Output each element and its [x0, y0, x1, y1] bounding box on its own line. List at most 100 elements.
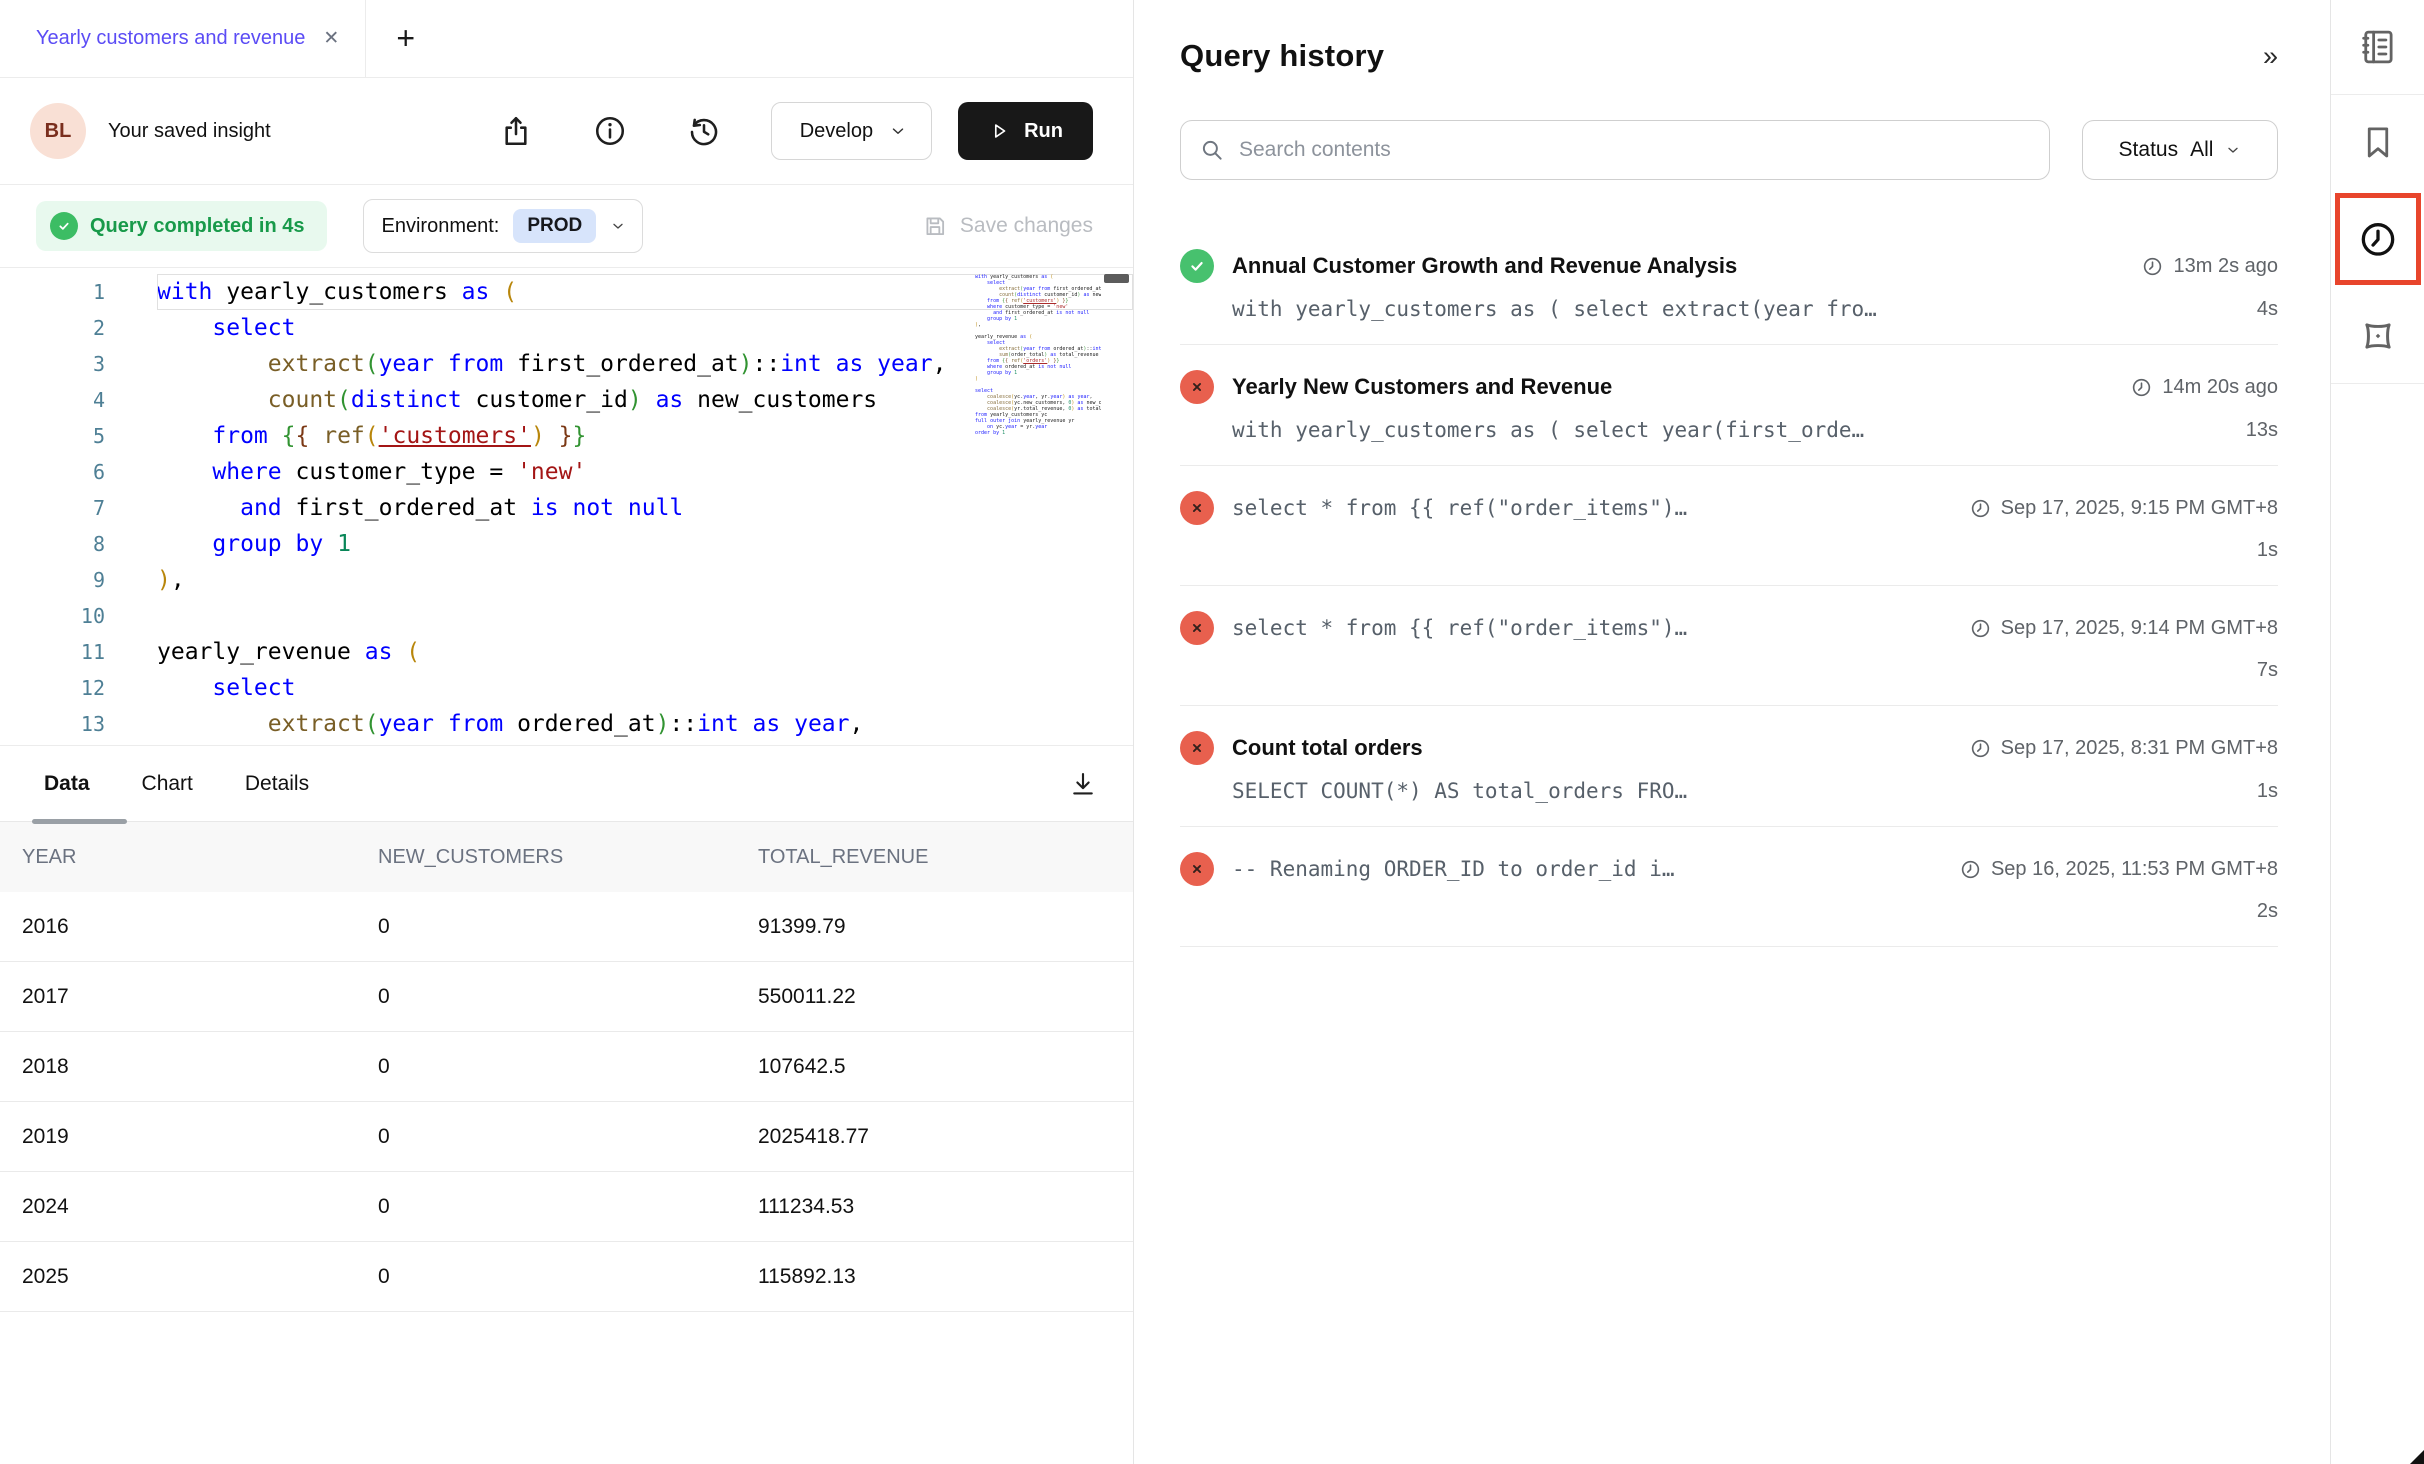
status-filter-label: Status [2119, 138, 2179, 162]
line-number: 6 [0, 454, 105, 490]
history-item[interactable]: select * from {{ ref("order_items")… Sep … [1180, 466, 2278, 586]
develop-label: Develop [800, 120, 873, 143]
history-item-duration: 2s [2237, 900, 2278, 923]
table-row: 20240111234.53 [0, 1172, 1133, 1242]
code-line[interactable]: yearly_revenue as ( [157, 634, 1133, 670]
history-list: Annual Customer Growth and Revenue Analy… [1180, 224, 2278, 947]
share-icon[interactable] [493, 108, 539, 154]
history-item[interactable]: select * from {{ ref("order_items")…Sep … [1180, 586, 2278, 706]
code-line[interactable]: group by 1 [157, 526, 1133, 562]
version-history-icon[interactable] [681, 108, 727, 154]
history-item-time: Sep 17, 2025, 8:31 PM GMT+8 [1949, 737, 2278, 760]
results-table: YEARNEW_CUSTOMERSTOTAL_REVENUE 2016091399… [0, 822, 1133, 1312]
search-input[interactable] [1239, 138, 2031, 162]
history-item-duration: 13s [2226, 419, 2278, 442]
clock-icon [2130, 376, 2153, 399]
table-row: 2016091399.79 [0, 892, 1133, 962]
download-results-icon[interactable] [1063, 764, 1103, 804]
table-cell: 550011.22 [758, 985, 1133, 1009]
error-status-icon [1180, 370, 1214, 404]
history-item-duration: 1s [2237, 780, 2278, 803]
app-window: Yearly customers and revenue ✕ + BL Your… [0, 0, 2424, 1464]
bookmark-icon[interactable] [2331, 95, 2424, 189]
editor-minimap[interactable]: with yearly_customers as ( select extrac… [975, 274, 1101, 436]
search-icon [1199, 137, 1225, 163]
history-item-title: select * from {{ ref("order_items")… [1232, 496, 1687, 520]
error-status-icon [1180, 491, 1214, 525]
chevron-down-icon [889, 122, 907, 140]
history-clock-icon[interactable] [2335, 193, 2421, 285]
explore-icon[interactable] [2331, 289, 2424, 383]
tab-data[interactable]: Data [44, 772, 90, 796]
status-filter-value: All [2190, 138, 2213, 162]
table-cell: 0 [378, 1125, 758, 1149]
save-changes-button[interactable]: Save changes [922, 213, 1093, 239]
panel-title: Query history [1180, 38, 1384, 74]
success-check-icon [50, 212, 78, 240]
code-line[interactable]: extract(year from ordered_at)::int as ye… [157, 706, 1133, 742]
editor-panel: Yearly customers and revenue ✕ + BL Your… [0, 0, 1134, 1464]
tab-bar: Yearly customers and revenue ✕ + [0, 0, 1133, 78]
editor-scrollbar[interactable] [1104, 274, 1129, 283]
run-button[interactable]: Run [958, 102, 1093, 160]
environment-label: Environment: [382, 215, 500, 238]
tab-details[interactable]: Details [245, 772, 309, 796]
table-cell: 0 [378, 985, 758, 1009]
history-item-duration: 4s [2237, 298, 2278, 321]
minimap-line: order by 1 [975, 430, 1101, 436]
code-line[interactable]: ), [157, 562, 1133, 598]
history-item-title: Count total orders [1232, 735, 1423, 761]
code-line[interactable] [157, 598, 1133, 634]
table-cell: 2025418.77 [758, 1125, 1133, 1149]
history-item-title: Yearly New Customers and Revenue [1232, 374, 1612, 400]
play-icon [988, 120, 1010, 142]
line-number: 7 [0, 490, 105, 526]
clock-icon [1959, 858, 1982, 881]
success-status-icon [1180, 249, 1214, 283]
editor-gutter: 12345678910111213 [0, 274, 105, 745]
history-item-title: Annual Customer Growth and Revenue Analy… [1232, 253, 1737, 279]
close-tab-icon[interactable]: ✕ [323, 27, 339, 50]
table-cell: 2017 [0, 985, 378, 1009]
notebook-icon[interactable] [2331, 0, 2424, 94]
table-cell: 115892.13 [758, 1265, 1133, 1289]
query-status-bar: Query completed in 4s Environment: PROD … [0, 185, 1133, 268]
insight-toolbar: BL Your saved insight Develop Run [0, 78, 1133, 185]
table-cell: 0 [378, 1265, 758, 1289]
history-item[interactable]: Count total orders Sep 17, 2025, 8:31 PM … [1180, 706, 2278, 827]
code-line[interactable]: select [157, 670, 1133, 706]
tab-title: Yearly customers and revenue [36, 27, 305, 50]
column-header: YEAR [0, 846, 378, 869]
history-item[interactable]: Yearly New Customers and Revenue14m 20s … [1180, 345, 2278, 466]
save-changes-label: Save changes [960, 214, 1093, 238]
collapse-panel-icon[interactable]: » [2263, 43, 2278, 70]
table-row: 20180107642.5 [0, 1032, 1133, 1102]
results-tab-bar: Data Chart Details [0, 745, 1133, 822]
tab-yearly-customers[interactable]: Yearly customers and revenue ✕ [0, 0, 366, 77]
environment-selector[interactable]: Environment: PROD [363, 199, 644, 253]
info-icon[interactable] [587, 108, 633, 154]
save-icon [922, 213, 948, 239]
query-status-badge: Query completed in 4s [36, 201, 327, 251]
rail-divider [2331, 383, 2424, 384]
develop-dropdown[interactable]: Develop [771, 102, 932, 160]
column-header: TOTAL_REVENUE [758, 846, 1133, 869]
tab-chart[interactable]: Chart [142, 772, 193, 796]
column-header: NEW_CUSTOMERS [378, 846, 758, 869]
history-search[interactable] [1180, 120, 2050, 180]
code-line[interactable]: and first_ordered_at is not null [157, 490, 1133, 526]
history-item-snippet: with yearly_customers as ( select year(f… [1232, 418, 1864, 442]
history-item[interactable]: Annual Customer Growth and Revenue Analy… [1180, 224, 2278, 345]
line-number: 12 [0, 670, 105, 706]
history-item[interactable]: -- Renaming ORDER_ID to order_id i…Sep 1… [1180, 827, 2278, 947]
sql-editor[interactable]: 12345678910111213 with yearly_customers … [0, 268, 1133, 745]
new-tab-button[interactable]: + [366, 0, 445, 77]
code-line[interactable]: where customer_type = 'new' [157, 454, 1133, 490]
line-number: 1 [0, 274, 105, 310]
query-history-header: Query history » [1180, 38, 2278, 74]
history-item-title: -- Renaming ORDER_ID to order_id i… [1232, 857, 1675, 881]
history-item-time: Sep 17, 2025, 9:15 PM GMT+8 [1949, 497, 2278, 520]
status-filter-dropdown[interactable]: Status All [2082, 120, 2278, 180]
clock-icon [1969, 737, 1992, 760]
history-item-title: select * from {{ ref("order_items")… [1232, 616, 1687, 640]
